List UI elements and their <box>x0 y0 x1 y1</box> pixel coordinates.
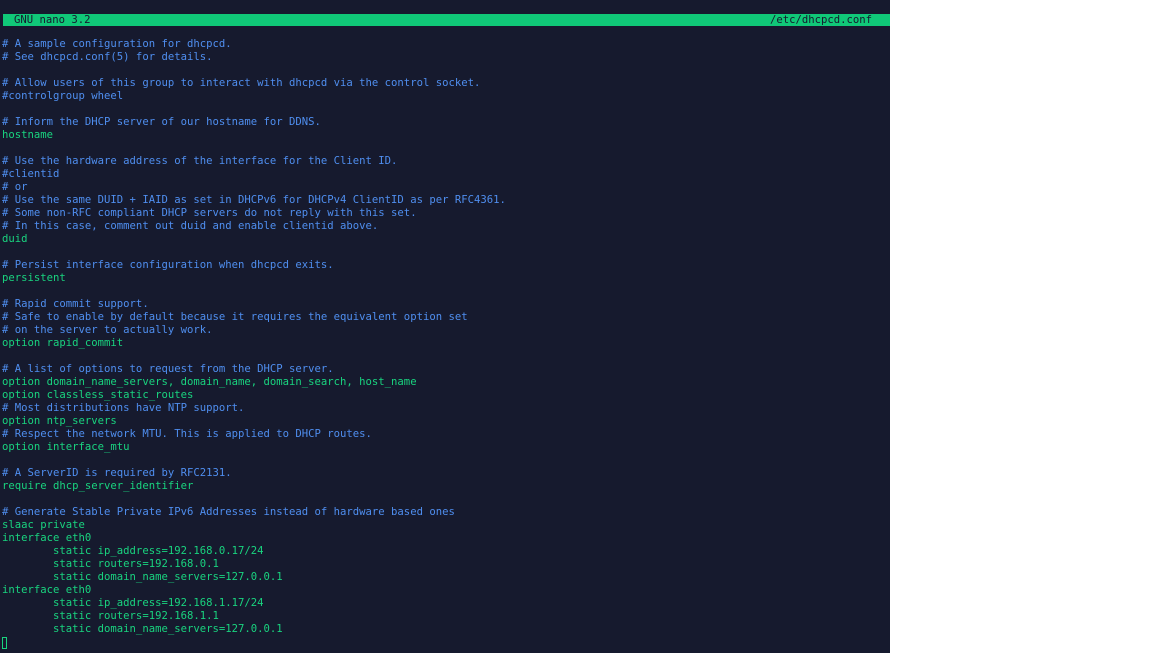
editor-line[interactable]: # Inform the DHCP server of our hostname… <box>2 116 890 129</box>
text-cursor <box>2 637 7 649</box>
editor-line[interactable]: # Safe to enable by default because it r… <box>2 311 890 324</box>
editor-line[interactable]: # Use the same DUID + IAID as set in DHC… <box>2 194 890 207</box>
editor-line[interactable] <box>2 493 890 506</box>
editor-line[interactable] <box>2 142 890 155</box>
editor-line[interactable]: # Generate Stable Private IPv6 Addresses… <box>2 506 890 519</box>
editor-line[interactable]: duid <box>2 233 890 246</box>
editor-line[interactable]: # A sample configuration for dhcpcd. <box>2 38 890 51</box>
editor-line[interactable]: static domain_name_servers=127.0.0.1 <box>2 571 890 584</box>
editor-line[interactable]: # Use the hardware address of the interf… <box>2 155 890 168</box>
editor-line[interactable]: static ip_address=192.168.0.17/24 <box>2 545 890 558</box>
editor-line[interactable]: static ip_address=192.168.1.17/24 <box>2 597 890 610</box>
editor-line[interactable]: option ntp_servers <box>2 415 890 428</box>
editor-line[interactable] <box>2 285 890 298</box>
editor-line[interactable]: hostname <box>2 129 890 142</box>
editor-line[interactable]: interface eth0 <box>2 584 890 597</box>
editor-line[interactable]: # on the server to actually work. <box>2 324 890 337</box>
editor-line[interactable]: # or <box>2 181 890 194</box>
editor-line[interactable]: option domain_name_servers, domain_name,… <box>2 376 890 389</box>
editor-line[interactable]: # Respect the network MTU. This is appli… <box>2 428 890 441</box>
editor-line[interactable] <box>2 246 890 259</box>
editor-line[interactable]: # Rapid commit support. <box>2 298 890 311</box>
editor-line[interactable]: slaac private <box>2 519 890 532</box>
editor-line[interactable]: # Persist interface configuration when d… <box>2 259 890 272</box>
editor-line[interactable]: option classless_static_routes <box>2 389 890 402</box>
editor-line[interactable]: # Allow users of this group to interact … <box>2 77 890 90</box>
editor-line[interactable] <box>2 350 890 363</box>
editor-line[interactable]: #controlgroup wheel <box>2 90 890 103</box>
editor-line[interactable]: static domain_name_servers=127.0.0.1 <box>2 623 890 636</box>
editor-line[interactable]: # A list of options to request from the … <box>2 363 890 376</box>
editor-line[interactable]: # Some non-RFC compliant DHCP servers do… <box>2 207 890 220</box>
terminal-window: GNU nano 3.2 /etc/dhcpcd.conf # A sample… <box>0 0 890 653</box>
editor-line[interactable]: #clientid <box>2 168 890 181</box>
editor-line[interactable]: # Most distributions have NTP support. <box>2 402 890 415</box>
editor-line[interactable]: static routers=192.168.1.1 <box>2 610 890 623</box>
nano-version-label: GNU nano 3.2 <box>14 14 91 26</box>
editor-line[interactable]: option rapid_commit <box>2 337 890 350</box>
editor-line[interactable]: # In this case, comment out duid and ena… <box>2 220 890 233</box>
editor-line[interactable]: # A ServerID is required by RFC2131. <box>2 467 890 480</box>
editor-line[interactable]: interface eth0 <box>2 532 890 545</box>
editor-line[interactable] <box>2 454 890 467</box>
nano-title-bar: GNU nano 3.2 /etc/dhcpcd.conf <box>3 14 890 26</box>
editor-line[interactable]: # See dhcpcd.conf(5) for details. <box>2 51 890 64</box>
editor-line[interactable] <box>2 103 890 116</box>
editor-line[interactable]: static routers=192.168.0.1 <box>2 558 890 571</box>
editor-line[interactable]: require dhcp_server_identifier <box>2 480 890 493</box>
editor-line[interactable]: option interface_mtu <box>2 441 890 454</box>
editor-line[interactable]: persistent <box>2 272 890 285</box>
editor-line[interactable] <box>2 64 890 77</box>
text-editor-area[interactable]: # A sample configuration for dhcpcd. # Se… <box>2 38 890 636</box>
file-path-label: /etc/dhcpcd.conf <box>769 14 872 26</box>
